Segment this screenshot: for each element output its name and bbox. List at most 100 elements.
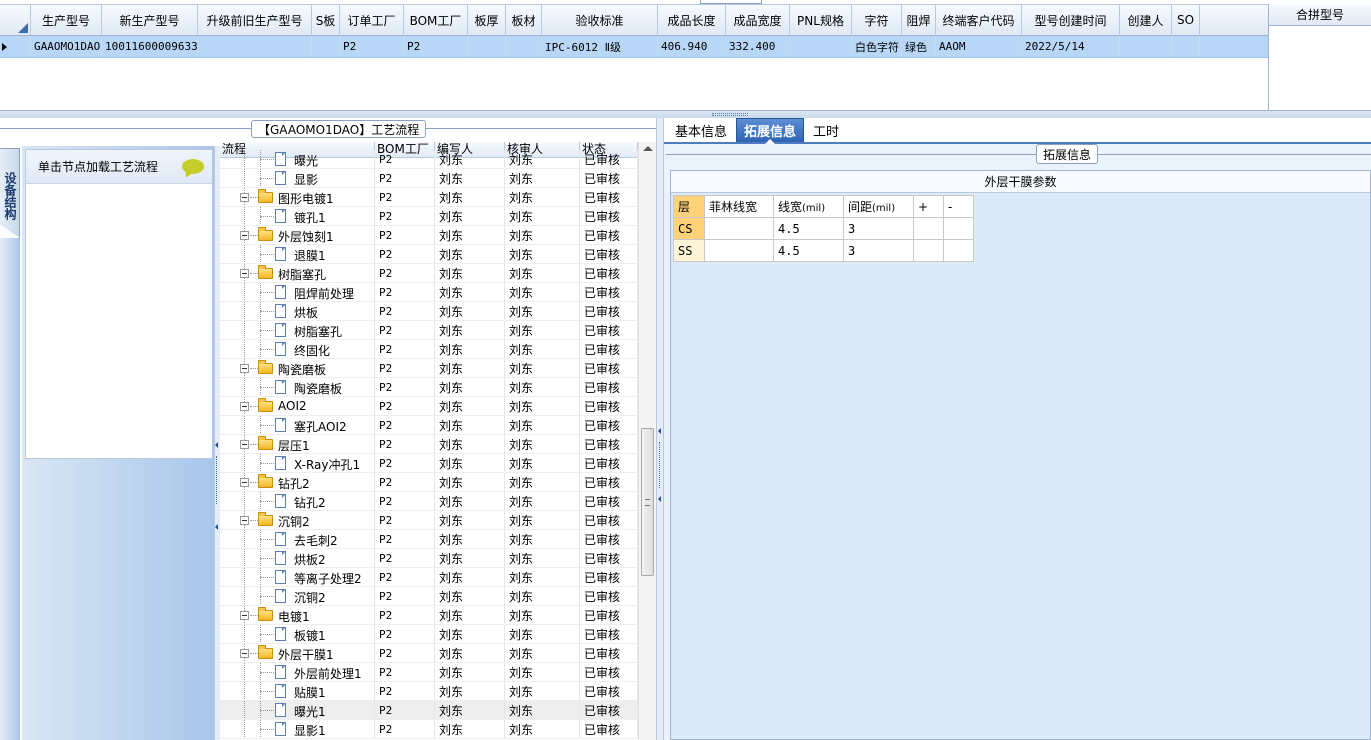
- bom-factory-cell[interactable]: P2: [375, 682, 435, 700]
- reviewer-cell[interactable]: 刘东: [505, 511, 580, 529]
- tree-row[interactable]: 钻孔2 P2 刘东 刘东 已审核: [220, 473, 638, 492]
- header-col-solder-mask[interactable]: 阻焊: [902, 5, 936, 35]
- reviewer-cell[interactable]: 刘东: [505, 150, 580, 168]
- tree-row[interactable]: 显影1 P2 刘东 刘东 已审核: [220, 720, 638, 739]
- col-line-width[interactable]: 线宽(mil): [773, 195, 844, 218]
- writer-cell[interactable]: 刘东: [435, 378, 505, 396]
- nav-header[interactable]: 单击节点加载工艺流程: [26, 150, 212, 184]
- status-cell[interactable]: 已审核: [580, 511, 638, 529]
- tree-node[interactable]: 层压1: [220, 435, 375, 453]
- collapse-icon[interactable]: [240, 611, 249, 620]
- tree-row[interactable]: 塞孔AOI2 P2 刘东 刘东 已审核: [220, 416, 638, 435]
- reviewer-cell[interactable]: 刘东: [505, 359, 580, 377]
- tree-row[interactable]: 钻孔2 P2 刘东 刘东 已审核: [220, 492, 638, 511]
- tree-row[interactable]: 树脂塞孔 P2 刘东 刘东 已审核: [220, 264, 638, 283]
- writer-cell[interactable]: 刘东: [435, 682, 505, 700]
- writer-cell[interactable]: 刘东: [435, 701, 505, 719]
- bom-factory-cell[interactable]: P2: [375, 492, 435, 510]
- tree-row[interactable]: 陶瓷磨板 P2 刘东 刘东 已审核: [220, 359, 638, 378]
- bom-factory-cell[interactable]: P2: [375, 188, 435, 206]
- tree-node[interactable]: AOI2: [220, 397, 375, 415]
- reviewer-cell[interactable]: 刘东: [505, 207, 580, 225]
- tree-row[interactable]: 树脂塞孔 P2 刘东 刘东 已审核: [220, 321, 638, 340]
- tree-node[interactable]: 钻孔2: [220, 492, 375, 510]
- writer-cell[interactable]: 刘东: [435, 492, 505, 510]
- status-cell[interactable]: 已审核: [580, 454, 638, 472]
- tree-node[interactable]: 退膜1: [220, 245, 375, 263]
- tree-node[interactable]: 陶瓷磨板: [220, 378, 375, 396]
- scroll-thumb[interactable]: [641, 428, 654, 576]
- tree-node[interactable]: 烘板: [220, 302, 375, 320]
- tree-node[interactable]: 等离子处理2: [220, 568, 375, 586]
- status-cell[interactable]: 已审核: [580, 150, 638, 168]
- tree-row[interactable]: 等离子处理2 P2 刘东 刘东 已审核: [220, 568, 638, 587]
- tree-row[interactable]: 去毛刺2 P2 刘东 刘东 已审核: [220, 530, 638, 549]
- header-col-created-time[interactable]: 型号创建时间: [1022, 5, 1120, 35]
- tree-row[interactable]: 层压1 P2 刘东 刘东 已审核: [220, 435, 638, 454]
- header-col-customer-code[interactable]: 终端客户代码: [936, 5, 1022, 35]
- header-col-length[interactable]: 成品长度: [658, 5, 726, 35]
- status-cell[interactable]: 已审核: [580, 245, 638, 263]
- tab-extended-info[interactable]: 拓展信息: [736, 118, 805, 144]
- reviewer-cell[interactable]: 刘东: [505, 435, 580, 453]
- header-col-pnl[interactable]: PNL规格: [790, 5, 852, 35]
- cell-col-character[interactable]: 白色字符: [852, 36, 902, 57]
- collapse-icon[interactable]: [240, 364, 249, 373]
- collapse-icon-2[interactable]: [658, 496, 661, 502]
- tree-row[interactable]: 图形电镀1 P2 刘东 刘东 已审核: [220, 188, 638, 207]
- bom-factory-cell[interactable]: P2: [375, 302, 435, 320]
- reviewer-cell[interactable]: 刘东: [505, 302, 580, 320]
- tree-row[interactable]: 烘板2 P2 刘东 刘东 已审核: [220, 549, 638, 568]
- tree-row[interactable]: 外层前处理1 P2 刘东 刘东 已审核: [220, 663, 638, 682]
- reviewer-cell[interactable]: 刘东: [505, 587, 580, 605]
- bom-factory-cell[interactable]: P2: [375, 644, 435, 662]
- status-cell[interactable]: 已审核: [580, 530, 638, 548]
- writer-cell[interactable]: 刘东: [435, 511, 505, 529]
- cell-col-so[interactable]: [1172, 36, 1200, 57]
- bom-factory-cell[interactable]: P2: [375, 245, 435, 263]
- reviewer-cell[interactable]: 刘东: [505, 549, 580, 567]
- status-cell[interactable]: 已审核: [580, 663, 638, 681]
- status-cell[interactable]: 已审核: [580, 359, 638, 377]
- collapse-icon[interactable]: [240, 516, 249, 525]
- cell-col-bom-factory[interactable]: P2: [404, 36, 468, 57]
- collapse-icon[interactable]: [658, 428, 661, 434]
- reviewer-cell[interactable]: 刘东: [505, 568, 580, 586]
- bom-factory-cell[interactable]: P2: [375, 169, 435, 187]
- status-cell[interactable]: 已审核: [580, 473, 638, 491]
- writer-cell[interactable]: 刘东: [435, 188, 505, 206]
- tree-row[interactable]: 显影 P2 刘东 刘东 已审核: [220, 169, 638, 188]
- writer-cell[interactable]: 刘东: [435, 169, 505, 187]
- reviewer-cell[interactable]: 刘东: [505, 245, 580, 263]
- grid-corner[interactable]: [0, 5, 31, 35]
- status-cell[interactable]: 已审核: [580, 321, 638, 339]
- bom-factory-cell[interactable]: P2: [375, 473, 435, 491]
- tree-row[interactable]: 沉铜2 P2 刘东 刘东 已审核: [220, 587, 638, 606]
- bom-factory-cell[interactable]: P2: [375, 454, 435, 472]
- cell-col-old-model[interactable]: [198, 36, 312, 57]
- tree-node[interactable]: 烘板2: [220, 549, 375, 567]
- param-row[interactable]: CS 4.5 3: [673, 217, 974, 240]
- writer-cell[interactable]: 刘东: [435, 245, 505, 263]
- status-cell[interactable]: 已审核: [580, 606, 638, 624]
- tree-row[interactable]: 板镀1 P2 刘东 刘东 已审核: [220, 625, 638, 644]
- bom-factory-cell[interactable]: P2: [375, 530, 435, 548]
- model-grid-row[interactable]: GAAOMO1DAO 10011600009633 P2 P2 IPC-6012 Ⅱ级 4…: [0, 36, 1268, 58]
- status-cell[interactable]: 已审核: [580, 378, 638, 396]
- writer-cell[interactable]: 刘东: [435, 283, 505, 301]
- status-cell[interactable]: 已审核: [580, 416, 638, 434]
- collapse-left-icon[interactable]: [215, 442, 218, 448]
- reviewer-cell[interactable]: 刘东: [505, 416, 580, 434]
- tab-working-hours[interactable]: 工时: [806, 118, 846, 142]
- plus-cell[interactable]: [913, 217, 944, 240]
- reviewer-cell[interactable]: 刘东: [505, 321, 580, 339]
- reviewer-cell[interactable]: 刘东: [505, 340, 580, 358]
- cell-col-s-board[interactable]: [312, 36, 340, 57]
- col-spacing[interactable]: 间距(mil): [843, 195, 914, 218]
- collapse-icon[interactable]: [240, 231, 249, 240]
- status-cell[interactable]: 已审核: [580, 264, 638, 282]
- reviewer-cell[interactable]: 刘东: [505, 663, 580, 681]
- bom-factory-cell[interactable]: P2: [375, 435, 435, 453]
- cell-col-new-model[interactable]: 10011600009633: [102, 36, 198, 57]
- bom-factory-cell[interactable]: P2: [375, 568, 435, 586]
